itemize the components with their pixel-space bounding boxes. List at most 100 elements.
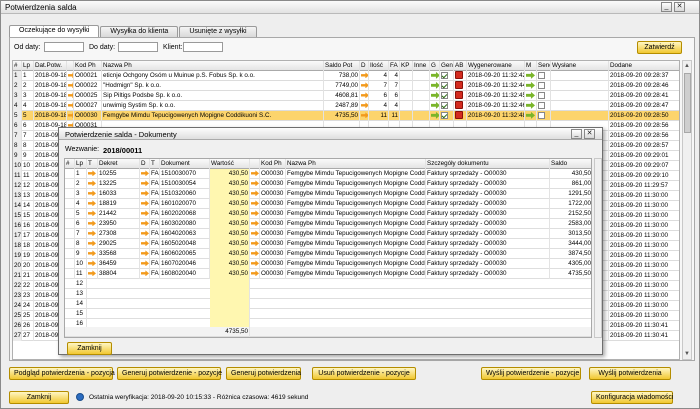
send-checkbox[interactable] [538, 71, 545, 79]
generate-all-button[interactable]: Generuj potwierdzenia [226, 367, 301, 380]
link-arrow-icon[interactable] [251, 220, 259, 227]
link-arrow-icon[interactable] [141, 260, 149, 267]
send-arrow-icon[interactable] [526, 101, 535, 109]
generate-arrow-icon[interactable] [431, 71, 439, 79]
col-header[interactable]: # [65, 159, 75, 169]
col-header[interactable]: Szczegóły dokumentu [426, 159, 550, 169]
send-checkbox[interactable] [538, 111, 545, 119]
gen-checkbox[interactable] [441, 81, 448, 89]
link-arrow-icon[interactable] [141, 230, 149, 237]
delete-position-button[interactable]: Usuń potwierdzenie - pozycje [312, 367, 416, 380]
col-header[interactable]: D [360, 61, 369, 71]
link-arrow-icon[interactable] [88, 220, 96, 227]
close-icon[interactable]: ✕ [674, 2, 685, 12]
generate-arrow-icon[interactable] [431, 111, 439, 119]
send-checkbox[interactable] [538, 101, 545, 109]
gen-checkbox[interactable] [441, 101, 448, 109]
table-row[interactable]: 1 10255 FA 1510030070 430,50 O00030 Femgybe Mi… [65, 169, 591, 179]
link-arrow-icon[interactable] [251, 270, 259, 277]
dialog-close-icon[interactable]: ✕ [584, 129, 595, 139]
link-arrow-icon[interactable] [88, 190, 96, 197]
col-header[interactable]: Wysłane [551, 61, 609, 71]
link-arrow-icon[interactable] [141, 190, 149, 197]
table-row[interactable]: 7 27308 FA 1604020063 430,50 O00030 Femgybe Mi… [65, 229, 591, 239]
col-header[interactable]: D [140, 159, 150, 169]
col-header[interactable]: KP [400, 61, 413, 71]
link-arrow-icon[interactable] [88, 180, 96, 187]
table-row[interactable]: 4 18819 FA 1601020070 430,50 O00030 Femgybe Mi… [65, 199, 591, 209]
table-row[interactable]: 4 4 2018-09-18 O00027 unwimig Systim Sp. k o… [13, 101, 679, 111]
col-header[interactable]: FA [389, 61, 400, 71]
col-header[interactable]: Nazwa Ph [286, 159, 426, 169]
link-arrow-icon[interactable] [88, 260, 96, 267]
link-arrow-icon[interactable] [88, 250, 96, 257]
generate-arrow-icon[interactable] [431, 101, 439, 109]
table-row[interactable]: 2 2 2018-09-18 O00022 "Hodmign" Sp. k o.o. 77… [13, 81, 679, 91]
link-arrow-icon[interactable] [141, 270, 149, 277]
table-row[interactable]: 8 29025 FA 1605020048 430,50 O00030 Femgybe Mi… [65, 239, 591, 249]
pdf-icon[interactable] [455, 101, 463, 110]
scroll-up-icon[interactable]: ▲ [683, 61, 691, 71]
klient-input[interactable] [183, 42, 223, 52]
link-arrow-icon[interactable] [88, 170, 96, 177]
link-arrow-icon[interactable] [141, 220, 149, 227]
gen-checkbox[interactable] [441, 111, 448, 119]
pdf-icon[interactable] [455, 111, 463, 120]
link-arrow-icon[interactable] [251, 250, 259, 257]
gen-checkbox[interactable] [441, 71, 448, 79]
col-header[interactable]: AB [454, 61, 467, 71]
col-header[interactable]: Gen [440, 61, 454, 71]
link-arrow-icon[interactable] [251, 200, 259, 207]
pdf-icon[interactable] [455, 91, 463, 100]
table-row[interactable]: 11 38804 FA 1608020040 430,50 O00030 Femgybe M… [65, 269, 591, 279]
link-arrow-icon[interactable] [361, 72, 368, 79]
table-row[interactable]: 5 5 2018-09-18 O00030 Femgybe Mimdu Tepucigo… [13, 111, 679, 121]
generate-arrow-icon[interactable] [431, 81, 439, 89]
col-header[interactable]: T [150, 159, 160, 169]
col-header[interactable]: M [525, 61, 537, 71]
link-arrow-icon[interactable] [251, 210, 259, 217]
col-header[interactable]: Nazwa Ph [102, 61, 324, 71]
send-arrow-icon[interactable] [526, 71, 535, 79]
table-row[interactable]: 3 16033 FA 1510320060 430,50 O00030 Femgybe Mi… [65, 189, 591, 199]
link-arrow-icon[interactable] [88, 270, 96, 277]
table-row[interactable]: 10 36459 FA 1607020046 430,50 O00030 Femgybe M… [65, 259, 591, 269]
link-arrow-icon[interactable] [141, 180, 149, 187]
link-arrow-icon[interactable] [88, 200, 96, 207]
col-header[interactable]: Send [537, 61, 551, 71]
link-arrow-icon[interactable] [141, 200, 149, 207]
table-row[interactable]: 9 33568 FA 1606020065 430,50 O00030 Femgybe Mi… [65, 249, 591, 259]
col-header[interactable]: Dokument [160, 159, 210, 169]
link-arrow-icon[interactable] [361, 102, 368, 109]
send-all-button[interactable]: Wyślij potwierdzenia [589, 367, 671, 380]
link-arrow-icon[interactable] [361, 82, 368, 89]
col-header[interactable]: Kod Ph [260, 159, 286, 169]
link-arrow-icon[interactable] [251, 190, 259, 197]
dialog-close-button[interactable]: Zamknij [67, 342, 112, 355]
col-header[interactable]: Dodane [609, 61, 679, 71]
link-arrow-icon[interactable] [251, 180, 259, 187]
gen-checkbox[interactable] [441, 91, 448, 99]
close-button[interactable]: Zamknij [9, 391, 69, 404]
link-arrow-icon[interactable] [141, 210, 149, 217]
send-checkbox[interactable] [538, 91, 545, 99]
col-header[interactable]: Dekret [98, 159, 140, 169]
od-daty-input[interactable] [44, 42, 84, 52]
table-row[interactable]: 2 13225 FA 1510030054 430,50 O00030 Femgybe Mi… [65, 179, 591, 189]
table-row[interactable]: 1 1 2018-09-18 O00021 eticnje Ochgony Osóm u… [13, 71, 679, 81]
documents-scrollbar[interactable] [594, 158, 602, 338]
col-header[interactable]: Lp [75, 159, 87, 169]
generate-position-button[interactable]: Generuj potwierdzenie - pozycje [117, 367, 222, 380]
link-arrow-icon[interactable] [251, 260, 259, 267]
col-header[interactable]: Inne [413, 61, 430, 71]
link-arrow-icon[interactable] [251, 230, 259, 237]
col-header[interactable]: # [13, 61, 22, 71]
send-arrow-icon[interactable] [526, 111, 535, 119]
table-row[interactable]: 6 23950 FA 1603020080 430,50 O00030 Femgybe Mi… [65, 219, 591, 229]
col-header[interactable] [250, 159, 260, 169]
link-arrow-icon[interactable] [88, 240, 96, 247]
dialog-minimize-icon[interactable]: _ [571, 129, 582, 139]
link-arrow-icon[interactable] [361, 112, 368, 119]
col-header[interactable]: G [430, 61, 440, 71]
send-arrow-icon[interactable] [526, 81, 535, 89]
